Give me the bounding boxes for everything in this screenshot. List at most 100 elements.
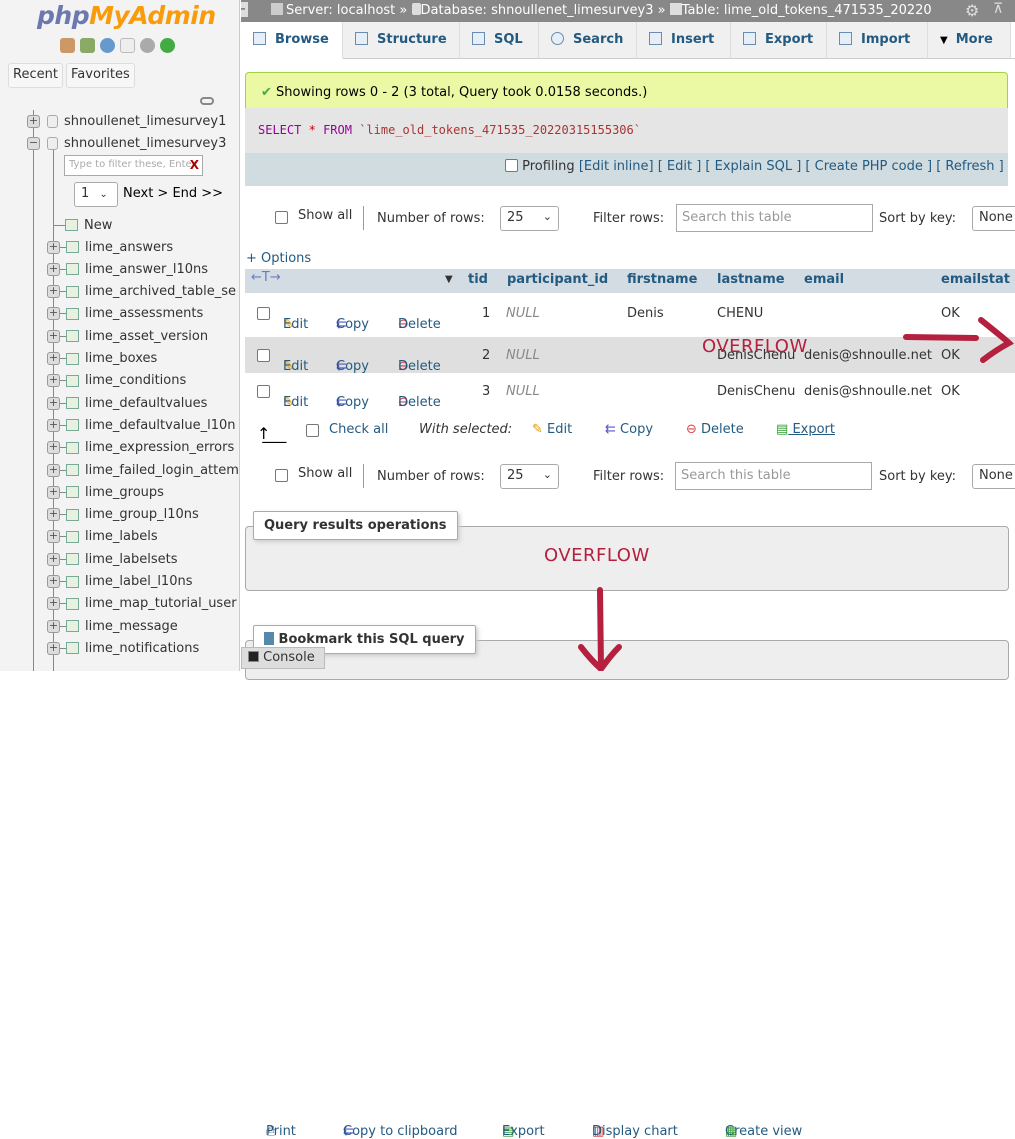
cell-participant-id[interactable]: NULL <box>506 348 540 363</box>
column-header-emailstatus[interactable]: emailstat <box>941 272 1010 287</box>
table-item[interactable]: + lime_expression_errors <box>47 437 234 459</box>
expand-icon[interactable]: + <box>47 552 60 566</box>
column-header-email[interactable]: email <box>804 272 844 287</box>
table-item[interactable]: + lime_boxes <box>47 348 157 370</box>
cell-email[interactable]: denis@shnoulle.net <box>804 384 932 399</box>
page-select[interactable]: 1 ⌄ <box>74 182 118 207</box>
show-all-checkbox[interactable] <box>275 211 288 224</box>
documentation-icon[interactable] <box>120 38 135 53</box>
cell-tid[interactable]: 2 <box>482 348 490 363</box>
database-item[interactable]: + shnoullenet_limesurvey1 <box>27 110 226 132</box>
bulk-delete-button[interactable]: ⊖ Delete <box>686 422 744 437</box>
table-item[interactable]: + lime_failed_login_attem <box>47 459 239 481</box>
expand-icon[interactable]: + <box>47 240 60 254</box>
tab-search[interactable]: Search <box>539 22 637 59</box>
table-item[interactable]: + lime_groups <box>47 481 164 503</box>
table-item[interactable]: + lime_labelsets <box>47 548 177 570</box>
expand-icon[interactable]: + <box>47 641 60 655</box>
cell-firstname[interactable]: Denis <box>627 306 664 321</box>
clear-filter-icon[interactable]: X <box>190 158 199 172</box>
sort-by-key-select[interactable]: None <box>972 464 1015 489</box>
profiling-checkbox[interactable] <box>505 159 518 172</box>
sql-action-links[interactable]: [Edit inline] [ Edit ] [ Explain SQL ] [… <box>579 159 1004 174</box>
expand-icon[interactable]: + <box>47 352 60 365</box>
bulk-copy-button[interactable]: ⇇ Copy <box>605 422 653 437</box>
back-arrow-icon[interactable]: ← <box>241 2 248 17</box>
cell-lastname[interactable]: CHENU <box>717 306 763 321</box>
database-item[interactable]: − shnoullenet_limesurvey3 <box>27 132 226 154</box>
collapse-icon[interactable]: − <box>27 136 40 150</box>
expand-icon[interactable]: + <box>27 114 40 128</box>
logout-icon[interactable] <box>80 38 95 53</box>
sort-by-key-select[interactable]: None <box>972 206 1015 231</box>
table-item[interactable]: + lime_defaultvalues <box>47 392 207 414</box>
filter-rows-input[interactable]: Search this table <box>675 462 872 490</box>
table-item[interactable]: + lime_conditions <box>47 370 186 392</box>
collapse-top-icon[interactable]: ⊼ <box>993 1 1003 17</box>
table-item[interactable]: + lime_labels <box>47 526 158 548</box>
cell-participant-id[interactable]: NULL <box>506 384 540 399</box>
column-header-firstname[interactable]: firstname <box>627 272 697 287</box>
breadcrumb-database[interactable]: Database: shnoullenet_limesurvey3 <box>421 3 654 18</box>
rows-per-page-select[interactable]: 25 ⌄ <box>500 206 559 231</box>
options-link[interactable]: + Options <box>246 251 311 266</box>
table-item[interactable]: + lime_asset_version <box>47 325 208 347</box>
expand-icon[interactable]: + <box>47 418 60 432</box>
table-item[interactable]: + lime_map_tutorial_user <box>47 593 237 615</box>
filter-rows-input[interactable]: Search this table <box>676 204 873 232</box>
expand-icon[interactable]: + <box>47 619 60 633</box>
row-checkbox[interactable] <box>257 385 270 398</box>
breadcrumb-server[interactable]: Server: localhost <box>286 3 395 18</box>
home-icon[interactable] <box>60 38 75 53</box>
table-item[interactable]: + lime_defaultvalue_l10n <box>47 414 236 436</box>
table-item[interactable]: + lime_message <box>47 615 178 637</box>
row-checkbox[interactable] <box>257 307 270 320</box>
settings-gear-icon[interactable]: ⚙ <box>965 1 979 20</box>
table-item[interactable]: + lime_assessments <box>47 303 203 325</box>
tab-import[interactable]: Import <box>827 22 928 59</box>
tab-export[interactable]: Export <box>731 22 827 59</box>
expand-icon[interactable]: + <box>47 374 60 388</box>
expand-icon[interactable]: + <box>47 285 60 299</box>
show-all-checkbox[interactable] <box>275 469 288 482</box>
expand-icon[interactable]: + <box>47 262 60 276</box>
page-navigation[interactable]: Next > End >> <box>123 186 223 201</box>
expand-icon[interactable]: + <box>47 485 60 499</box>
table-item[interactable]: + lime_answers <box>47 236 173 258</box>
tab-more[interactable]: ▼ More <box>928 22 1011 59</box>
tab-sql[interactable]: SQL <box>460 22 539 59</box>
table-filter-input[interactable]: Type to filter these, Enter X <box>64 155 203 176</box>
recent-button[interactable]: Recent <box>8 63 63 88</box>
expand-icon[interactable]: + <box>47 463 60 477</box>
cell-emailstatus[interactable]: OK <box>941 384 960 399</box>
expand-icon[interactable]: + <box>47 530 60 544</box>
table-item[interactable]: + lime_notifications <box>47 637 199 659</box>
column-header-lastname[interactable]: lastname <box>717 272 785 287</box>
cell-lastname[interactable]: DenisChenu <box>717 384 795 399</box>
phpmyadmin-logo[interactable]: phpMyAdmin <box>37 1 216 30</box>
cell-tid[interactable]: 1 <box>482 306 490 321</box>
tab-insert[interactable]: Insert <box>637 22 731 59</box>
help-icon[interactable] <box>100 38 115 53</box>
table-item[interactable]: + lime_answer_l10ns <box>47 258 208 280</box>
expand-icon[interactable]: + <box>47 575 60 588</box>
row-checkbox[interactable] <box>257 349 270 362</box>
rows-per-page-select[interactable]: 25 ⌄ <box>500 464 559 489</box>
column-header-tid[interactable]: tid <box>468 272 488 287</box>
bulk-export-button[interactable]: ▤ Export <box>776 422 835 437</box>
expand-icon[interactable]: + <box>47 508 60 522</box>
column-header-participant-id[interactable]: participant_id <box>507 272 608 287</box>
favorites-button[interactable]: Favorites <box>66 63 135 88</box>
tab-browse[interactable]: Browse <box>241 22 343 59</box>
expand-icon[interactable]: + <box>47 597 60 611</box>
expand-icon[interactable]: + <box>47 441 60 455</box>
sql-query-text[interactable]: SELECT * FROM `lime_old_tokens_471535_20… <box>258 123 641 137</box>
expand-icon[interactable]: + <box>47 396 60 410</box>
expand-icon[interactable]: + <box>47 329 60 343</box>
table-item[interactable]: + lime_label_l10ns <box>47 571 193 593</box>
new-table-item[interactable]: New <box>53 214 112 236</box>
column-resize-icon[interactable]: ←T→ <box>251 270 281 285</box>
table-item[interactable]: + lime_group_l10ns <box>47 504 199 526</box>
reload-icon[interactable] <box>160 38 175 53</box>
cell-tid[interactable]: 3 <box>482 384 490 399</box>
